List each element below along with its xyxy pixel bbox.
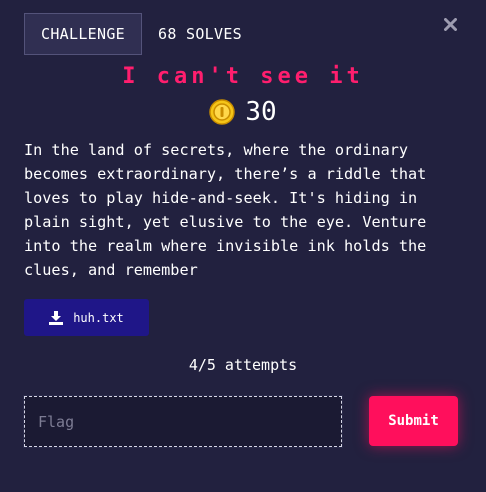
tab-solves[interactable]: 68 SOLVES xyxy=(142,13,278,55)
tab-solves-label: 68 SOLVES xyxy=(158,25,242,43)
close-icon xyxy=(443,17,457,31)
challenge-points: 30 xyxy=(0,96,486,128)
download-icon xyxy=(49,310,64,325)
challenge-modal: CHALLENGE 68 SOLVES I can't see it 30 In… xyxy=(0,0,486,492)
close-button[interactable] xyxy=(441,15,459,33)
attempts-counter: 4/5 attempts xyxy=(188,356,298,374)
tab-challenge-label: CHALLENGE xyxy=(41,25,125,43)
download-file-button[interactable]: huh.txt xyxy=(24,299,149,336)
points-value: 30 xyxy=(245,97,277,127)
flag-input[interactable] xyxy=(23,395,343,448)
download-file-name: huh.txt xyxy=(73,310,124,325)
modal-tabs: CHALLENGE 68 SOLVES xyxy=(24,13,278,55)
tab-challenge[interactable]: CHALLENGE xyxy=(24,13,142,55)
challenge-description: In the land of secrets, where the ordina… xyxy=(24,141,427,279)
submit-button[interactable]: Submit xyxy=(369,396,458,446)
coin-icon xyxy=(209,99,236,125)
challenge-title: I can't see it xyxy=(122,64,364,89)
